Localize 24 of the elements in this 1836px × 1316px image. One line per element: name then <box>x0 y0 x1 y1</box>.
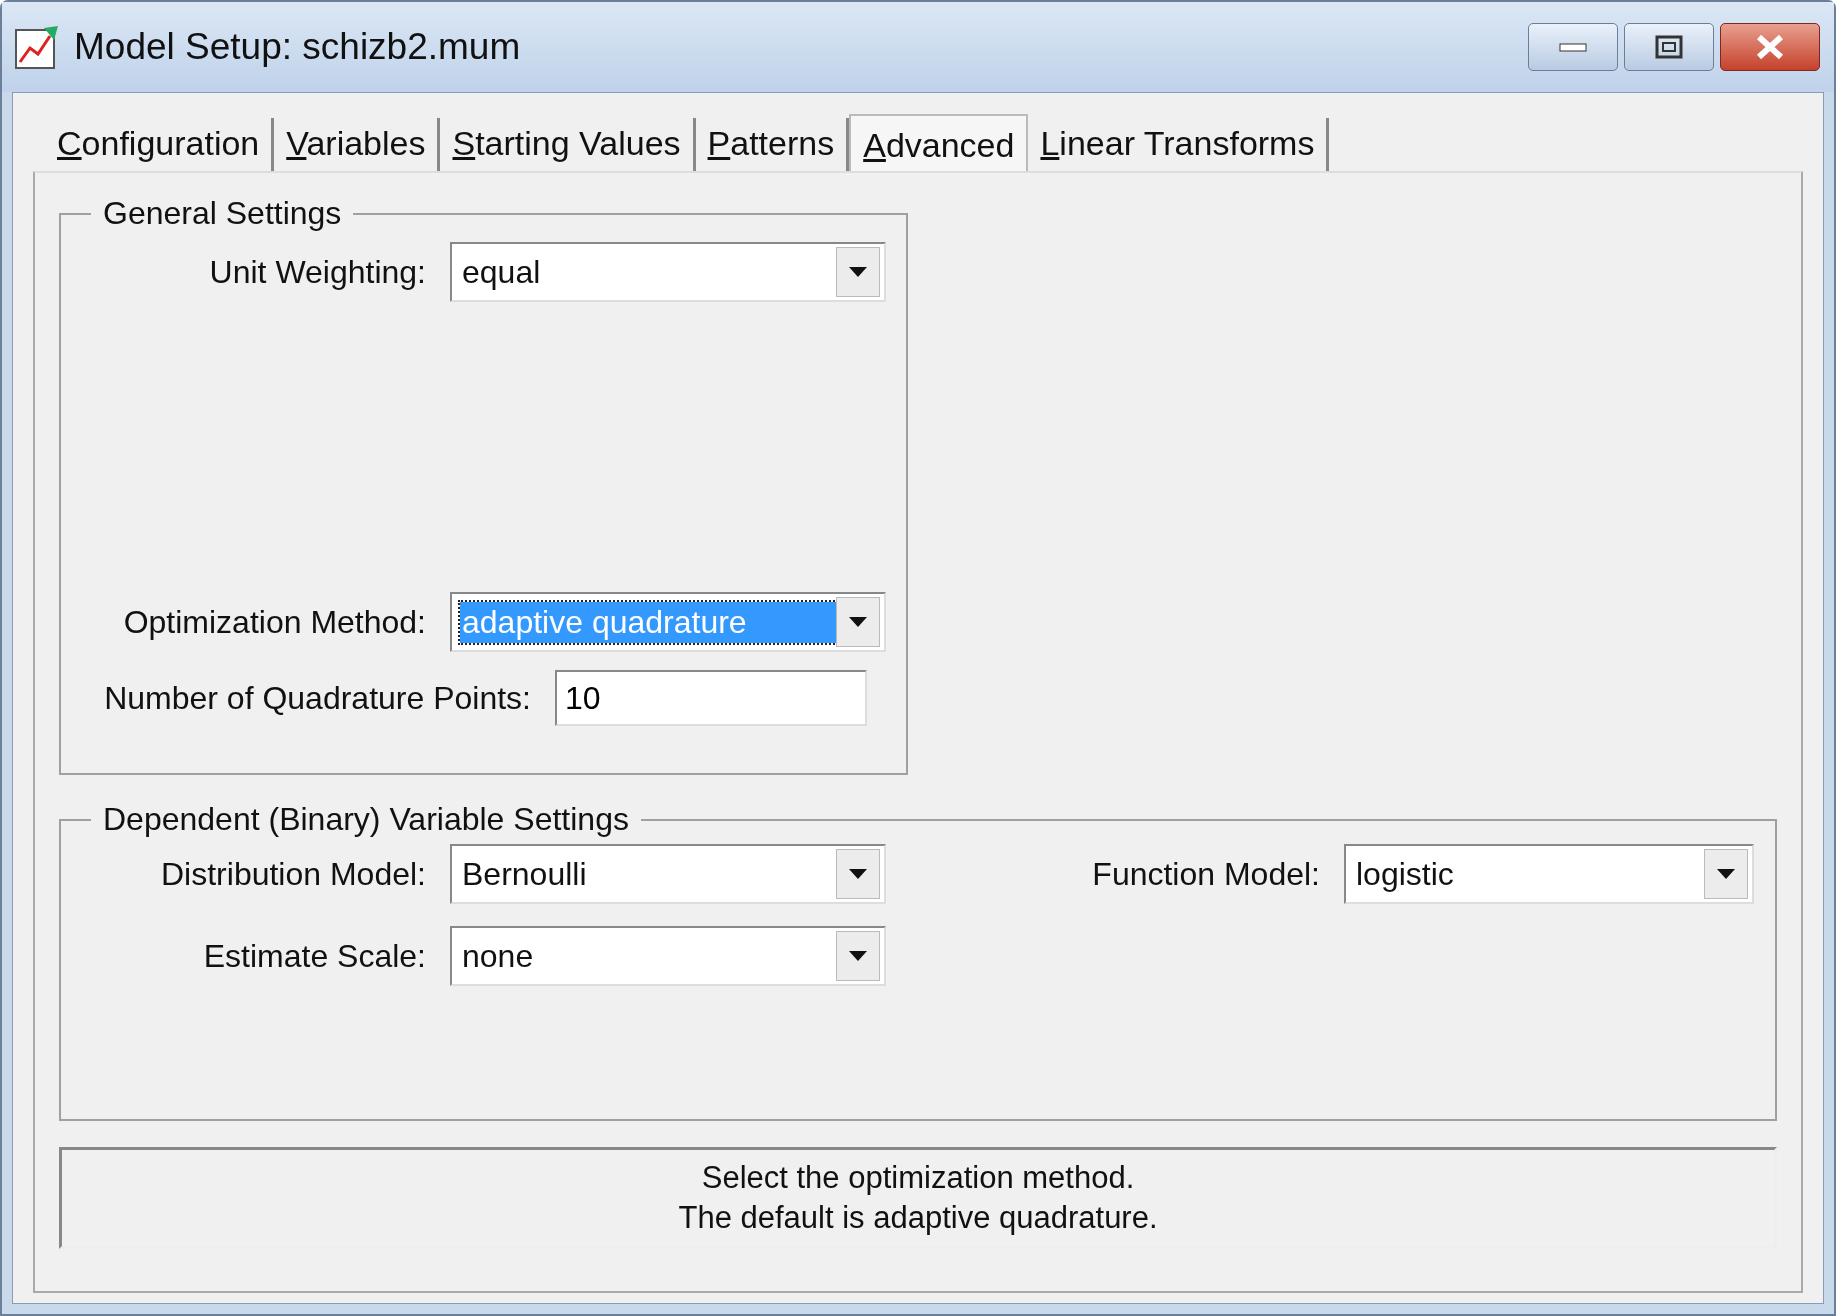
minimize-button[interactable] <box>1528 23 1618 71</box>
close-button[interactable] <box>1720 23 1820 71</box>
group-title: General Settings <box>102 195 343 232</box>
dropdown[interactable]: equal <box>450 242 886 302</box>
dropdown[interactable]: logistic <box>1344 844 1754 904</box>
status-message: The default is adaptive quadrature. <box>678 1199 1158 1237</box>
input-field[interactable]: 10 <box>555 670 867 726</box>
dropdown[interactable]: none <box>450 926 886 986</box>
field-label: Function Model: <box>1091 855 1320 893</box>
field-label: Estimate Scale: <box>202 937 426 975</box>
maximize-icon <box>1655 35 1683 59</box>
field-label: Number of Quadrature Points: <box>103 679 531 717</box>
field-label: Unit Weighting: <box>208 253 426 291</box>
dropdown[interactable]: Bernoulli <box>450 844 886 904</box>
window-title: Model Setup: schizb2.mum <box>74 26 522 68</box>
minimize-icon <box>1559 41 1587 53</box>
chart-icon <box>14 24 60 70</box>
field-label: Optimization Method: <box>122 603 426 641</box>
status-message: Select the optimization method. <box>701 1159 1135 1197</box>
field-label: Distribution Model: <box>160 855 426 893</box>
maximize-button[interactable] <box>1624 23 1714 71</box>
close-icon <box>1755 34 1785 60</box>
tab[interactable]: Advanced <box>849 114 1029 173</box>
group-title: Dependent (Binary) Variable Settings <box>102 801 630 838</box>
